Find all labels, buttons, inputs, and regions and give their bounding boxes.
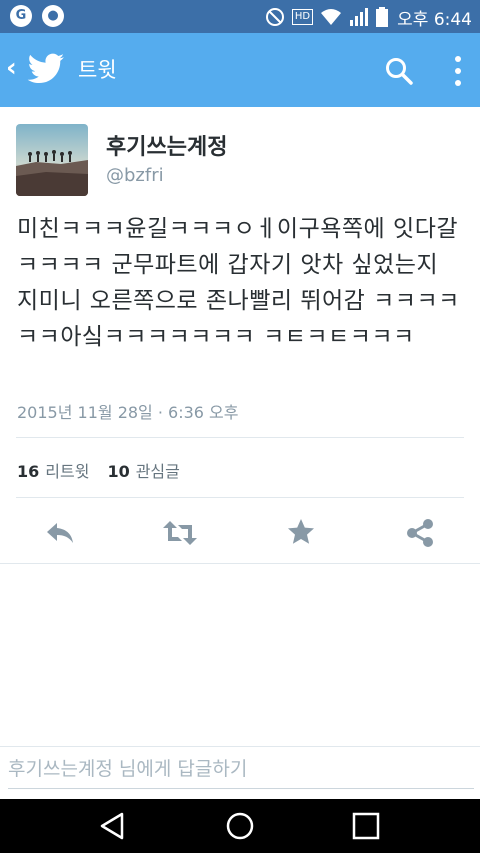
divider [16,437,464,438]
reply-icon[interactable] [44,517,76,549]
favorite-label[interactable]: 관심글 [136,462,180,481]
do-not-disturb-icon [265,8,284,26]
retweet-icon[interactable] [162,517,198,549]
status-bar: G ● HD 오후 6:44 [0,0,480,33]
divider [0,746,480,747]
nav-home-icon[interactable] [225,812,255,842]
tweet-stats: 16 리트윗 10 관심글 [17,458,180,482]
chat-notification-icon: ● [42,5,64,27]
tweet-actions [0,517,480,553]
status-time: 오후 6:44 [397,9,472,30]
nav-recents-icon[interactable] [352,812,380,840]
app-bar: ‹ 트윗 [0,33,480,107]
avatar[interactable] [16,124,88,196]
system-nav-bar [0,799,480,853]
share-icon[interactable] [404,517,436,549]
hd-voice-icon: HD [291,9,314,25]
divider [0,563,480,564]
author-name[interactable]: 후기쓰는계정 [106,129,227,161]
favorite-count[interactable]: 10 [107,462,129,481]
battery-icon [376,7,389,27]
author-handle[interactable]: @bzfri [106,165,164,186]
retweet-count[interactable]: 16 [17,462,39,481]
twitter-bird-icon[interactable] [26,53,66,85]
divider [16,497,464,498]
reply-input[interactable]: 후기쓰는계정 님에게 답글하기 [8,754,474,789]
back-icon[interactable]: ‹ [6,53,17,83]
retweet-label[interactable]: 리트윗 [45,462,89,481]
more-vert-icon[interactable] [454,55,462,87]
tweet-timestamp: 2015년 11월 28일 · 6:36 오후 [17,403,239,422]
nav-back-icon[interactable] [98,812,126,840]
app-notification-icon: G [10,5,32,27]
page-title: 트윗 [78,58,117,82]
wifi-icon [321,9,342,25]
favorite-star-icon[interactable] [286,517,316,547]
search-icon[interactable] [384,56,414,86]
signal-icon [350,8,369,26]
tweet-text: 미친ㅋㅋㅋ윤길ㅋㅋㅋㅇㅔ이구욕쪽에 잇다갈ㅋㅋㅋㅋ 군무파트에 갑자기 앗차 싶… [17,216,460,350]
